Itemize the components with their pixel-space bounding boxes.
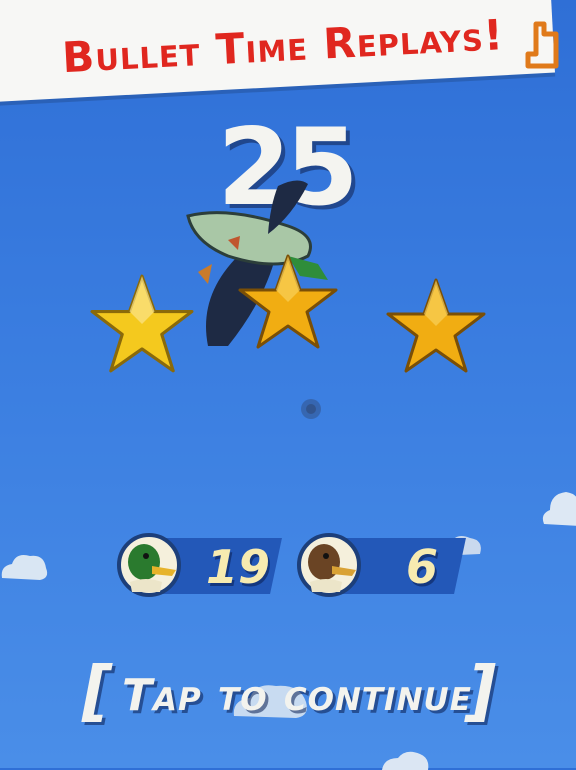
- cloud-left: [1, 555, 48, 580]
- hen-tally: 6: [296, 532, 466, 600]
- tap-to-continue-button[interactable]: [ Tap to continue ]: [82, 650, 502, 730]
- exit-icon[interactable]: [522, 20, 562, 72]
- continue-label: Tap to continue: [122, 670, 472, 721]
- mallard-tally: 19: [116, 532, 282, 600]
- mallard-count: 19: [206, 540, 271, 594]
- star-3: [386, 276, 486, 376]
- star-2: [238, 252, 338, 352]
- cloud-bottom: [382, 751, 429, 770]
- cloud-right: [542, 492, 576, 526]
- hen-duck-icon: [297, 533, 361, 597]
- hen-count: 6: [406, 540, 439, 594]
- feather-burst-icon: [301, 399, 321, 419]
- mallard-duck-icon: [117, 533, 181, 597]
- star-1: [90, 272, 194, 376]
- open-bracket: [: [82, 652, 113, 729]
- close-bracket: ]: [466, 652, 497, 729]
